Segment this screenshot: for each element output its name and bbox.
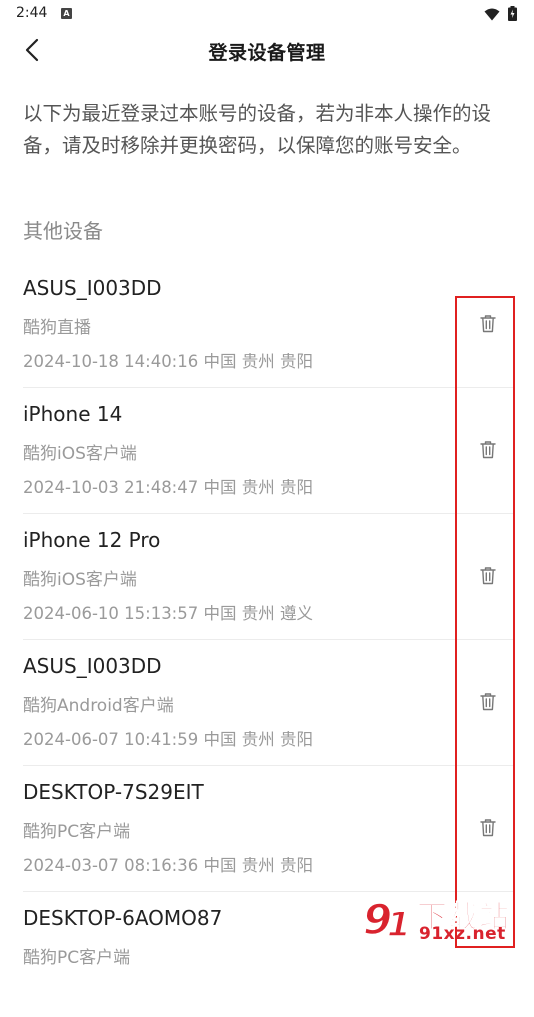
device-app: 酷狗iOS客户端 xyxy=(23,570,137,590)
status-bar: 2:44 A xyxy=(0,0,534,28)
section-title: 其他设备 xyxy=(23,219,103,243)
device-login-info: 2024-10-03 21:48:47 中国 贵州 贵阳 xyxy=(23,478,313,497)
battery-icon xyxy=(508,6,517,25)
top-bar: 登录设备管理 xyxy=(0,28,534,76)
device-item: ASUS_I003DD 酷狗Android客户端 2024-06-07 10:4… xyxy=(23,640,513,766)
highlight-annotation-box xyxy=(455,296,515,948)
notice-text: 以下为最近登录过本账号的设备，若为非本人操作的设备，请及时移除并更换密码，以保障… xyxy=(23,102,492,157)
device-item: iPhone 12 Pro 酷狗iOS客户端 2024-06-10 15:13:… xyxy=(23,514,513,640)
device-app: 酷狗PC客户端 xyxy=(23,822,131,842)
device-name: DESKTOP-6AOMO87 xyxy=(23,906,223,930)
device-name: iPhone 14 xyxy=(23,402,123,426)
device-item: DESKTOP-7S29EIT 酷狗PC客户端 2024-03-07 08:16… xyxy=(23,766,513,892)
device-item: ASUS_I003DD 酷狗直播 2024-10-18 14:40:16 中国 … xyxy=(23,262,513,388)
watermark-logo-icon: 91 xyxy=(362,894,411,946)
device-app: 酷狗直播 xyxy=(23,318,91,338)
device-name: ASUS_I003DD xyxy=(23,654,162,678)
page-title: 登录设备管理 xyxy=(208,42,326,64)
watermark: 91 下载站 91xz.net xyxy=(357,890,532,948)
notification-icon: A xyxy=(61,8,72,19)
device-name: iPhone 12 Pro xyxy=(23,528,161,552)
device-app: 酷狗PC客户端 xyxy=(23,948,131,968)
device-name: ASUS_I003DD xyxy=(23,276,162,300)
device-login-info: 2024-06-07 10:41:59 中国 贵州 贵阳 xyxy=(23,730,313,749)
svg-text:1: 1 xyxy=(387,905,411,944)
device-item: iPhone 14 酷狗iOS客户端 2024-10-03 21:48:47 中… xyxy=(23,388,513,514)
device-app: 酷狗iOS客户端 xyxy=(23,444,137,464)
device-name: DESKTOP-7S29EIT xyxy=(23,780,204,804)
device-login-info: 2024-03-07 08:16:36 中国 贵州 贵阳 xyxy=(23,856,313,875)
device-login-info: 2024-10-18 14:40:16 中国 贵州 贵阳 xyxy=(23,352,313,371)
device-login-info: 2024-06-10 15:13:57 中国 贵州 遵义 xyxy=(23,604,313,623)
watermark-url: 91xz.net xyxy=(419,924,506,944)
status-time: 2:44 xyxy=(16,5,48,21)
wifi-icon xyxy=(484,6,500,25)
device-app: 酷狗Android客户端 xyxy=(23,696,174,716)
